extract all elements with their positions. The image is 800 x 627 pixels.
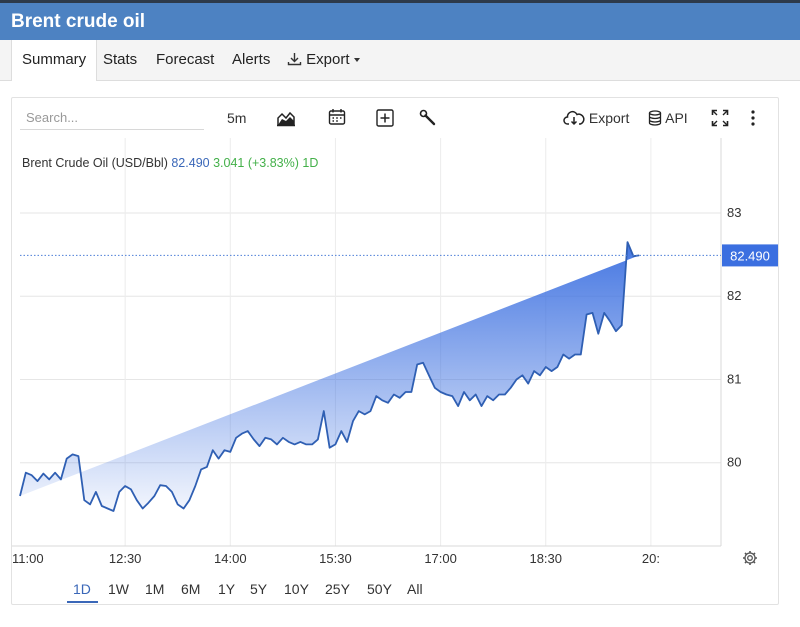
active-range-indicator <box>67 601 98 603</box>
gear-icon <box>743 551 757 565</box>
x-tick-label: 20: <box>642 551 660 566</box>
chevron-down-icon <box>353 58 360 63</box>
x-tick-label: 14:00 <box>214 551 247 566</box>
y-tick-label: 82 <box>727 288 741 303</box>
last-price-label: 82.490 <box>730 248 770 263</box>
header-bar: Brent crude oil <box>0 0 800 40</box>
range-5y[interactable]: 5Y <box>250 581 267 597</box>
chart-panel: 5m <box>11 97 779 605</box>
tab-summary[interactable]: Summary <box>11 40 98 81</box>
chart-legend: Brent Crude Oil (USD/Bbl) 82.490 3.041 (… <box>22 156 318 170</box>
price-area-fill <box>20 242 640 511</box>
x-tick-label: 11:00 <box>12 551 44 566</box>
range-1y[interactable]: 1Y <box>218 581 235 597</box>
range-6m[interactable]: 6M <box>181 581 200 597</box>
range-10y[interactable]: 10Y <box>284 581 309 597</box>
legend-change: 3.041 (+3.83%) <box>213 156 299 170</box>
legend-last-value: 82.490 <box>171 156 210 170</box>
legend-period: 1D <box>302 156 319 170</box>
tab-export[interactable]: Export <box>287 40 360 80</box>
x-tick-label: 17:00 <box>424 551 457 566</box>
range-25y[interactable]: 25Y <box>325 581 350 597</box>
tab-label: Forecast <box>156 51 215 68</box>
x-axis: 11:00 12:30 14:00 15:30 17:00 18:30 20: <box>12 551 660 566</box>
range-1d[interactable]: 1D <box>73 581 91 597</box>
tab-label: Stats <box>103 51 138 68</box>
page-title: Brent crude oil <box>11 11 146 32</box>
y-tick-label: 80 <box>727 455 741 470</box>
tab-label: Alerts <box>232 51 271 68</box>
x-tick-label: 15:30 <box>319 551 352 566</box>
chart-settings-button[interactable] <box>742 550 758 571</box>
x-tick-label: 12:30 <box>109 551 142 566</box>
range-1m[interactable]: 1M <box>145 581 164 597</box>
range-1w[interactable]: 1W <box>108 581 129 597</box>
download-icon <box>287 53 302 66</box>
tab-alerts[interactable]: Alerts <box>232 40 270 80</box>
last-price-marker: 82.490 <box>20 244 778 267</box>
tab-bar: Summary Stats Forecast Alerts Export <box>0 40 800 81</box>
tab-label: Export <box>306 51 350 68</box>
legend-series-name: Brent Crude Oil (USD/Bbl) <box>22 156 168 170</box>
y-tick-label: 83 <box>727 205 741 220</box>
x-tick-label: 18:30 <box>529 551 562 566</box>
tab-label: Summary <box>22 51 87 68</box>
range-selector: 1D 1W 1M 6M 1Y 5Y 10Y 25Y 50Y All <box>12 574 778 604</box>
tab-stats[interactable]: Stats <box>103 40 137 80</box>
range-50y[interactable]: 50Y <box>367 581 392 597</box>
chart-area <box>19 241 640 512</box>
range-all[interactable]: All <box>407 581 423 597</box>
tab-forecast[interactable]: Forecast <box>156 40 214 80</box>
y-tick-label: 81 <box>727 371 741 386</box>
